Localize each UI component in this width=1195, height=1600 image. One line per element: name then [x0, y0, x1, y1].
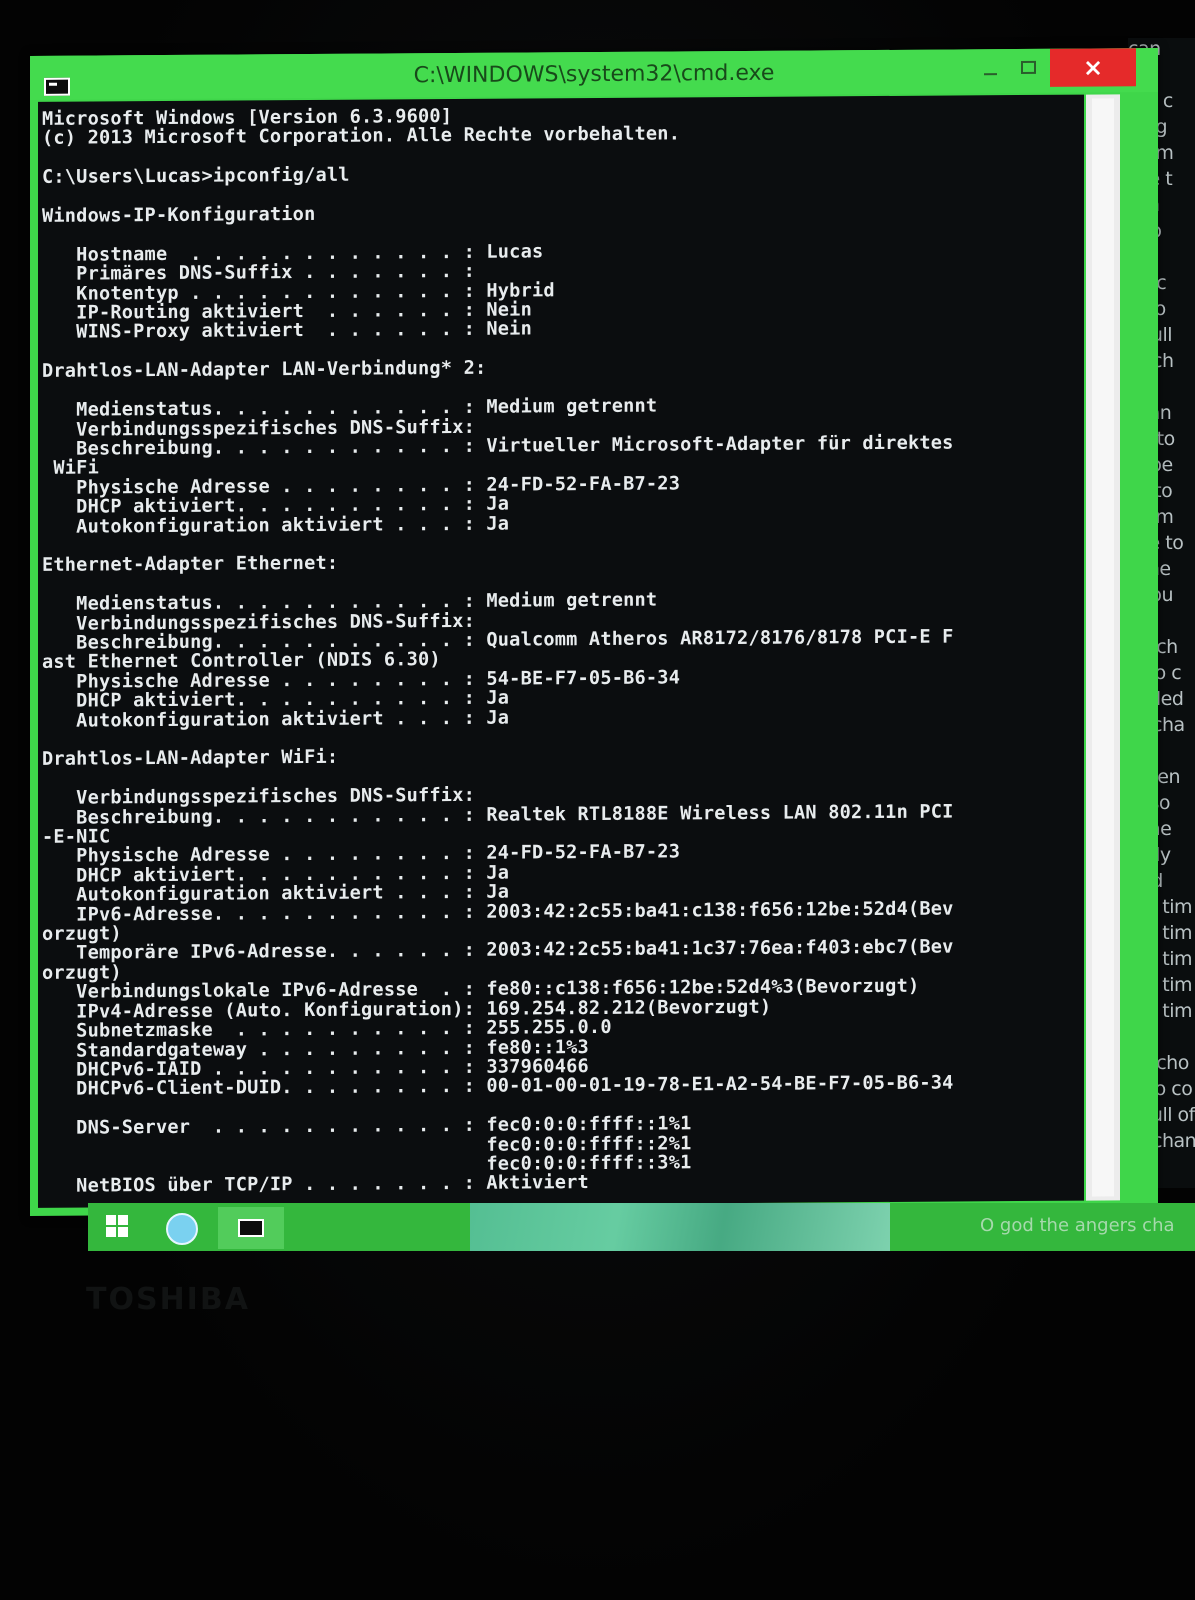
console-line: Temporäre IPv6-Adresse. . . . . . : 2003… — [76, 936, 954, 965]
windows-logo-icon — [118, 1227, 128, 1237]
console-line: WINS-Proxy aktiviert . . . . . . : Nein — [76, 318, 532, 344]
console-output[interactable]: Microsoft Windows [Version 6.3.9600] (c)… — [38, 94, 1084, 1208]
close-button[interactable]: × — [1050, 48, 1136, 87]
windows-logo-icon — [106, 1227, 116, 1237]
vertical-scrollbar[interactable] — [1086, 94, 1120, 1201]
title-bar[interactable]: C:\WINDOWS\system32\cmd.exe × — [30, 48, 1158, 100]
maximize-button[interactable] — [1010, 55, 1046, 85]
minimize-button[interactable] — [972, 55, 1008, 85]
cmd-taskbar-button[interactable] — [218, 1207, 284, 1249]
internet-explorer-icon[interactable] — [166, 1213, 198, 1245]
windows-logo-icon — [106, 1215, 116, 1225]
console-line: WiFi — [53, 457, 99, 480]
console-line: Drahtlos-LAN-Adapter LAN-Verbindung* 2: — [42, 358, 487, 383]
background-window-text-fragment: O god the angers cha — [980, 1215, 1175, 1236]
monitor-brand-logo: TOSHIBA — [86, 1282, 250, 1317]
console-line: Ethernet-Adapter Ethernet: — [42, 553, 339, 577]
monitor-screen: canel liere claugy amose till nts bho cw… — [0, 0, 1195, 1600]
taskbar-wallpaper-strip — [470, 1203, 890, 1251]
console-line: Drahtlos-LAN-Adapter WiFi: — [42, 747, 339, 771]
console-text: Microsoft Windows [Version 6.3.9600] (c)… — [42, 103, 1084, 1208]
console-line: orzugt) — [42, 923, 122, 945]
console-line: (c) 2013 Microsoft Corporation. Alle Rec… — [42, 123, 681, 150]
console-line: Autokonfiguration aktiviert . . . : Ja — [76, 513, 510, 538]
windows-logo-icon — [118, 1215, 128, 1225]
cmd-window[interactable]: C:\WINDOWS\system32\cmd.exe × Microsoft … — [30, 48, 1158, 1216]
scrollbar-thumb[interactable] — [1092, 98, 1114, 1197]
console-line: NetBIOS über TCP/IP . . . . . . . : Akti… — [76, 1172, 589, 1197]
console-line: orzugt) — [42, 962, 122, 984]
start-button[interactable] — [106, 1215, 130, 1239]
console-line: -E-NIC — [42, 826, 111, 848]
console-line: C:\Users\Lucas>ipconfig/all — [42, 164, 350, 189]
console-line: Autokonfiguration aktiviert . . . : Ja — [76, 707, 510, 732]
cmd-icon — [238, 1219, 264, 1237]
console-line: Windows-IP-Konfiguration — [42, 203, 316, 227]
taskbar: O god the angers cha — [88, 1203, 1195, 1251]
